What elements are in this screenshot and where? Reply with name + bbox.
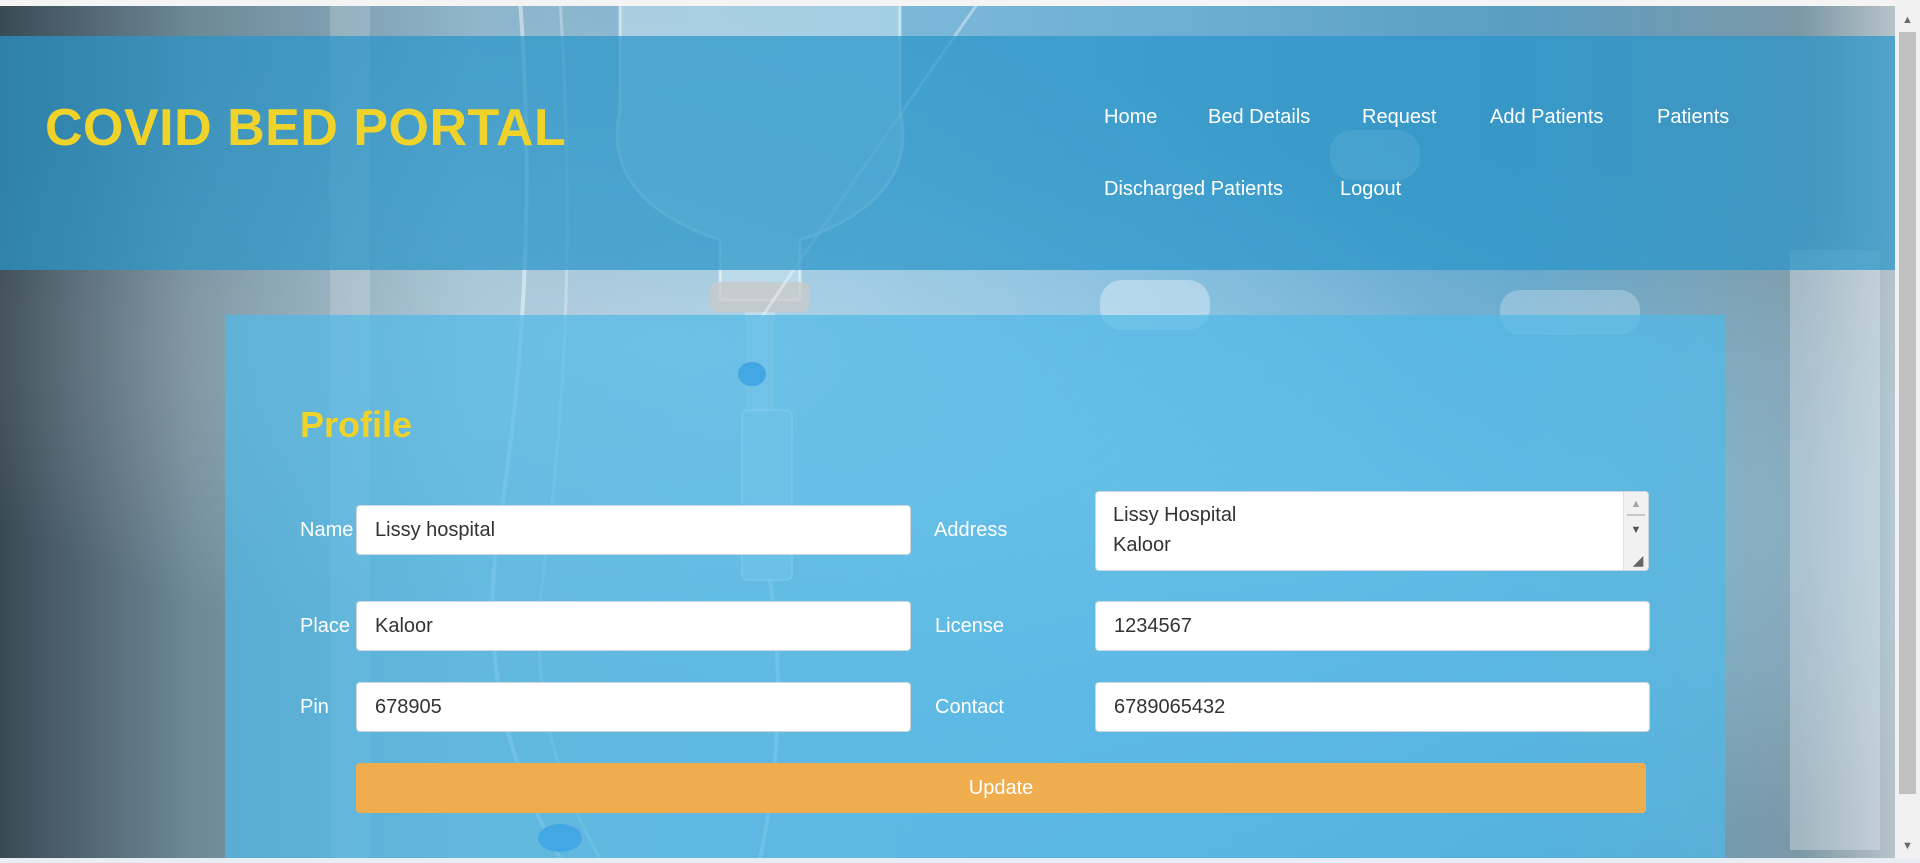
contact-label: Contact — [935, 696, 1004, 718]
nav-discharged-patients[interactable]: Discharged Patients — [1104, 178, 1283, 201]
page-viewport: COVID BED PORTAL Home Bed Details Reques… — [0, 0, 1895, 858]
browser-bottom-edge — [0, 858, 1920, 863]
license-label: License — [935, 615, 1004, 637]
nav-logout[interactable]: Logout — [1340, 178, 1401, 201]
page-scroll-thumb[interactable] — [1899, 32, 1916, 794]
address-label: Address — [934, 519, 1008, 541]
name-input[interactable] — [356, 505, 911, 555]
resize-grip-icon[interactable]: ◢ — [1630, 552, 1646, 568]
address-line-2: Kaloor — [1113, 534, 1171, 556]
address-scroll-thumb[interactable] — [1627, 514, 1645, 516]
brand-title: COVID BED PORTAL — [45, 99, 567, 157]
contact-input[interactable] — [1095, 682, 1650, 732]
nav-request[interactable]: Request — [1362, 106, 1437, 129]
scroll-down-arrow-icon[interactable]: ▼ — [1624, 520, 1648, 540]
license-input[interactable] — [1095, 601, 1650, 651]
address-textarea[interactable]: Lissy Hospital Kaloor ▲ ▼ ◢ — [1095, 491, 1649, 571]
scroll-up-arrow-icon[interactable]: ▲ — [1895, 10, 1920, 30]
address-text: Lissy Hospital Kaloor — [1113, 500, 1236, 560]
address-line-1: Lissy Hospital — [1113, 504, 1237, 526]
scroll-down-arrow-icon[interactable]: ▼ — [1895, 836, 1920, 856]
place-label: Place — [300, 615, 351, 637]
browser-top-edge — [0, 0, 1895, 6]
name-label: Name — [300, 519, 354, 541]
pin-input[interactable] — [356, 682, 911, 732]
nav-add-patients[interactable]: Add Patients — [1490, 106, 1603, 129]
page-scrollbar[interactable]: ▲ ▼ — [1895, 0, 1920, 858]
pin-label: Pin — [300, 696, 329, 718]
nav-patients[interactable]: Patients — [1657, 106, 1729, 129]
scroll-up-arrow-icon[interactable]: ▲ — [1624, 494, 1648, 514]
nav-bed-details[interactable]: Bed Details — [1208, 106, 1310, 129]
update-button[interactable]: Update — [356, 763, 1646, 813]
address-scrollbar[interactable]: ▲ ▼ ◢ — [1623, 492, 1648, 570]
profile-title: Profile — [300, 404, 413, 445]
place-input[interactable] — [356, 601, 911, 651]
nav-home[interactable]: Home — [1104, 106, 1157, 129]
